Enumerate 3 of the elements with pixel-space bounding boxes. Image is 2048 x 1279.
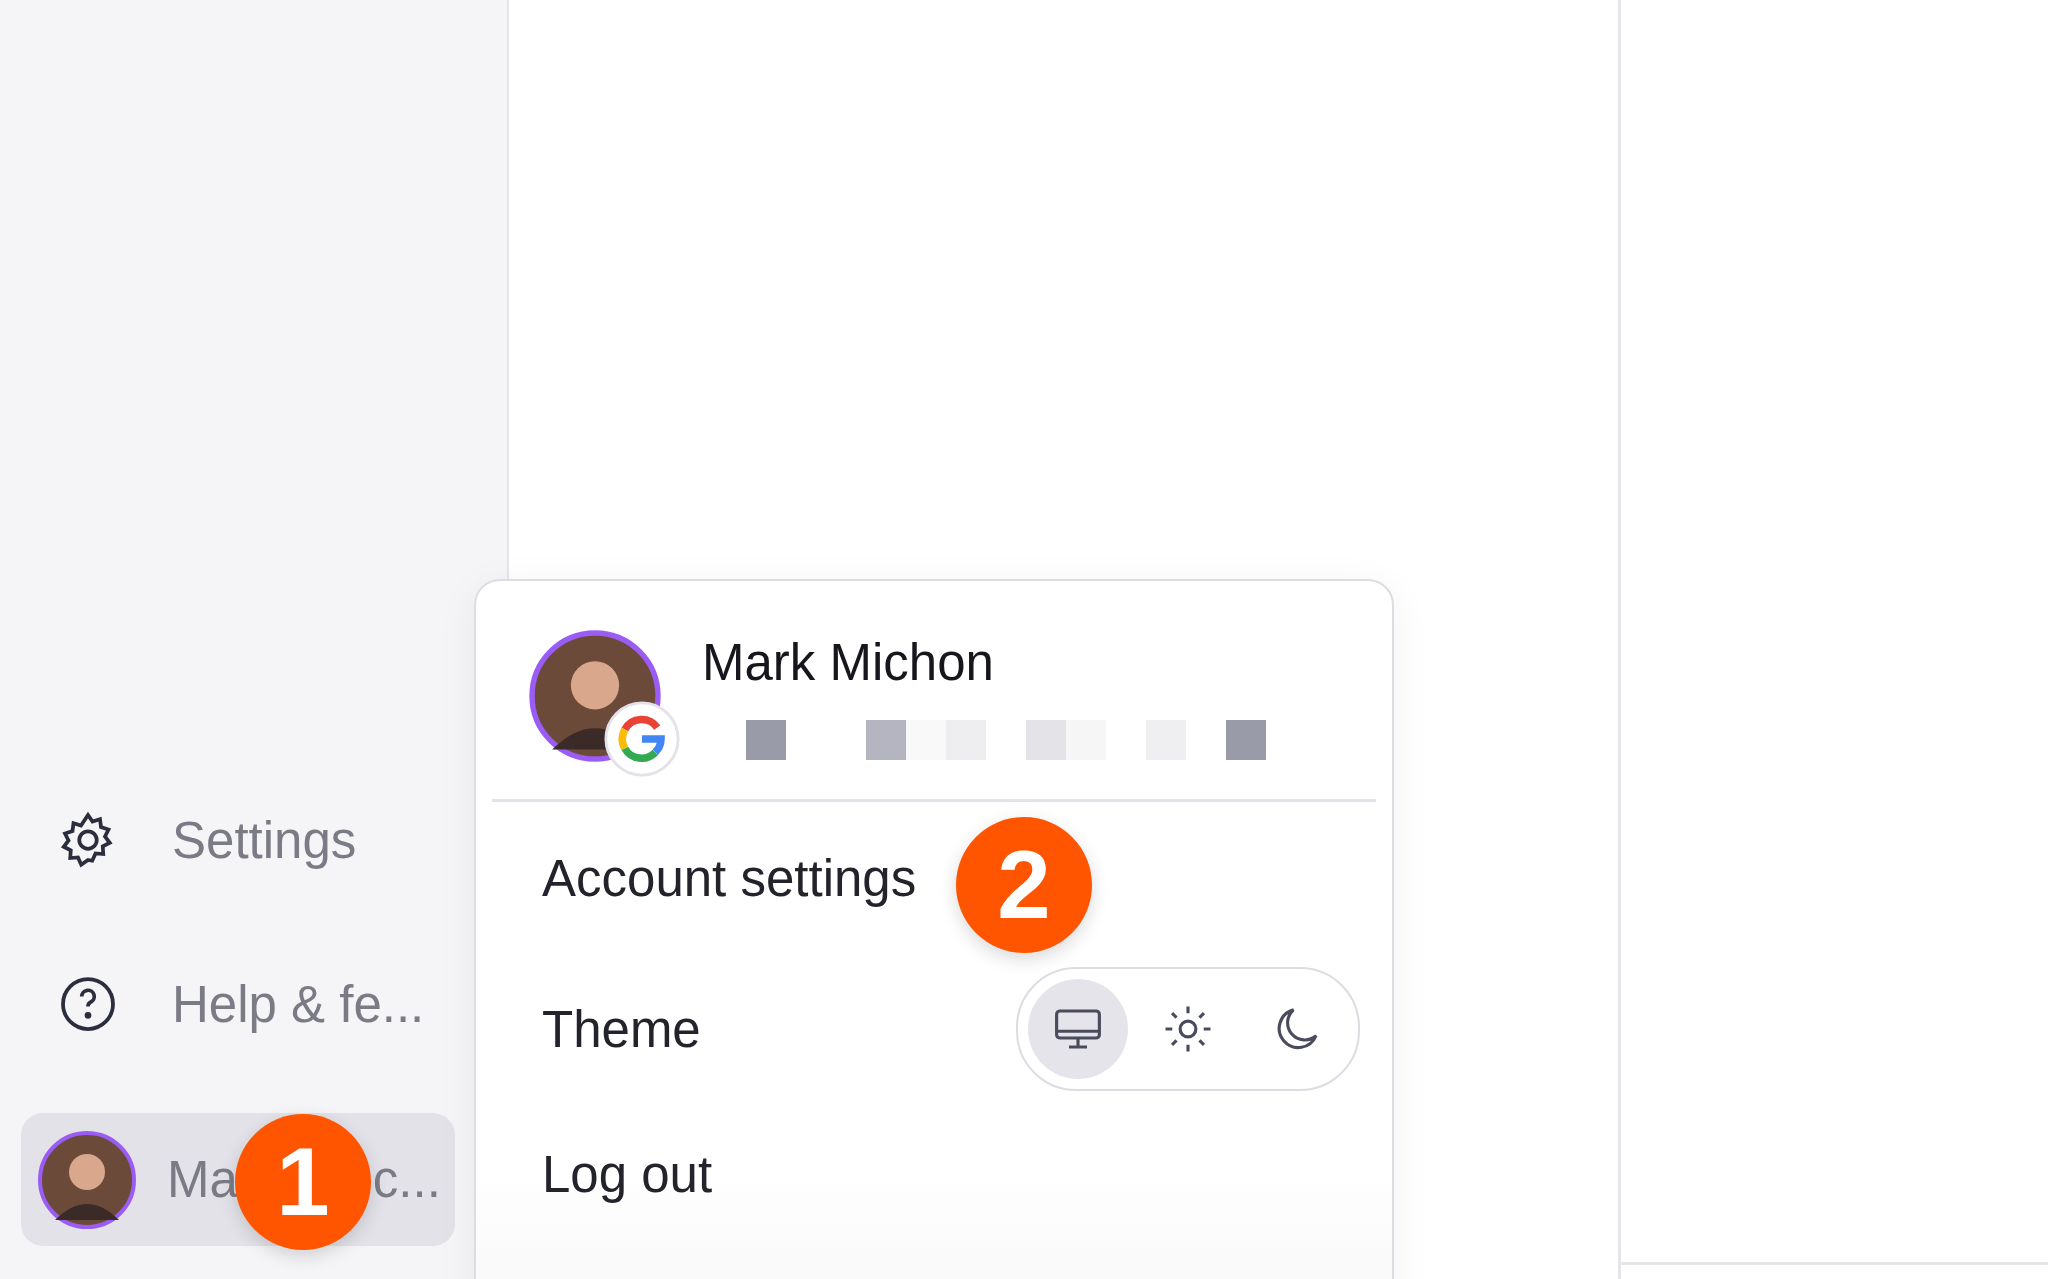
user-name: Mark Michon bbox=[702, 632, 995, 692]
theme-label: Theme bbox=[542, 999, 701, 1059]
account-name: c... bbox=[372, 1150, 441, 1209]
